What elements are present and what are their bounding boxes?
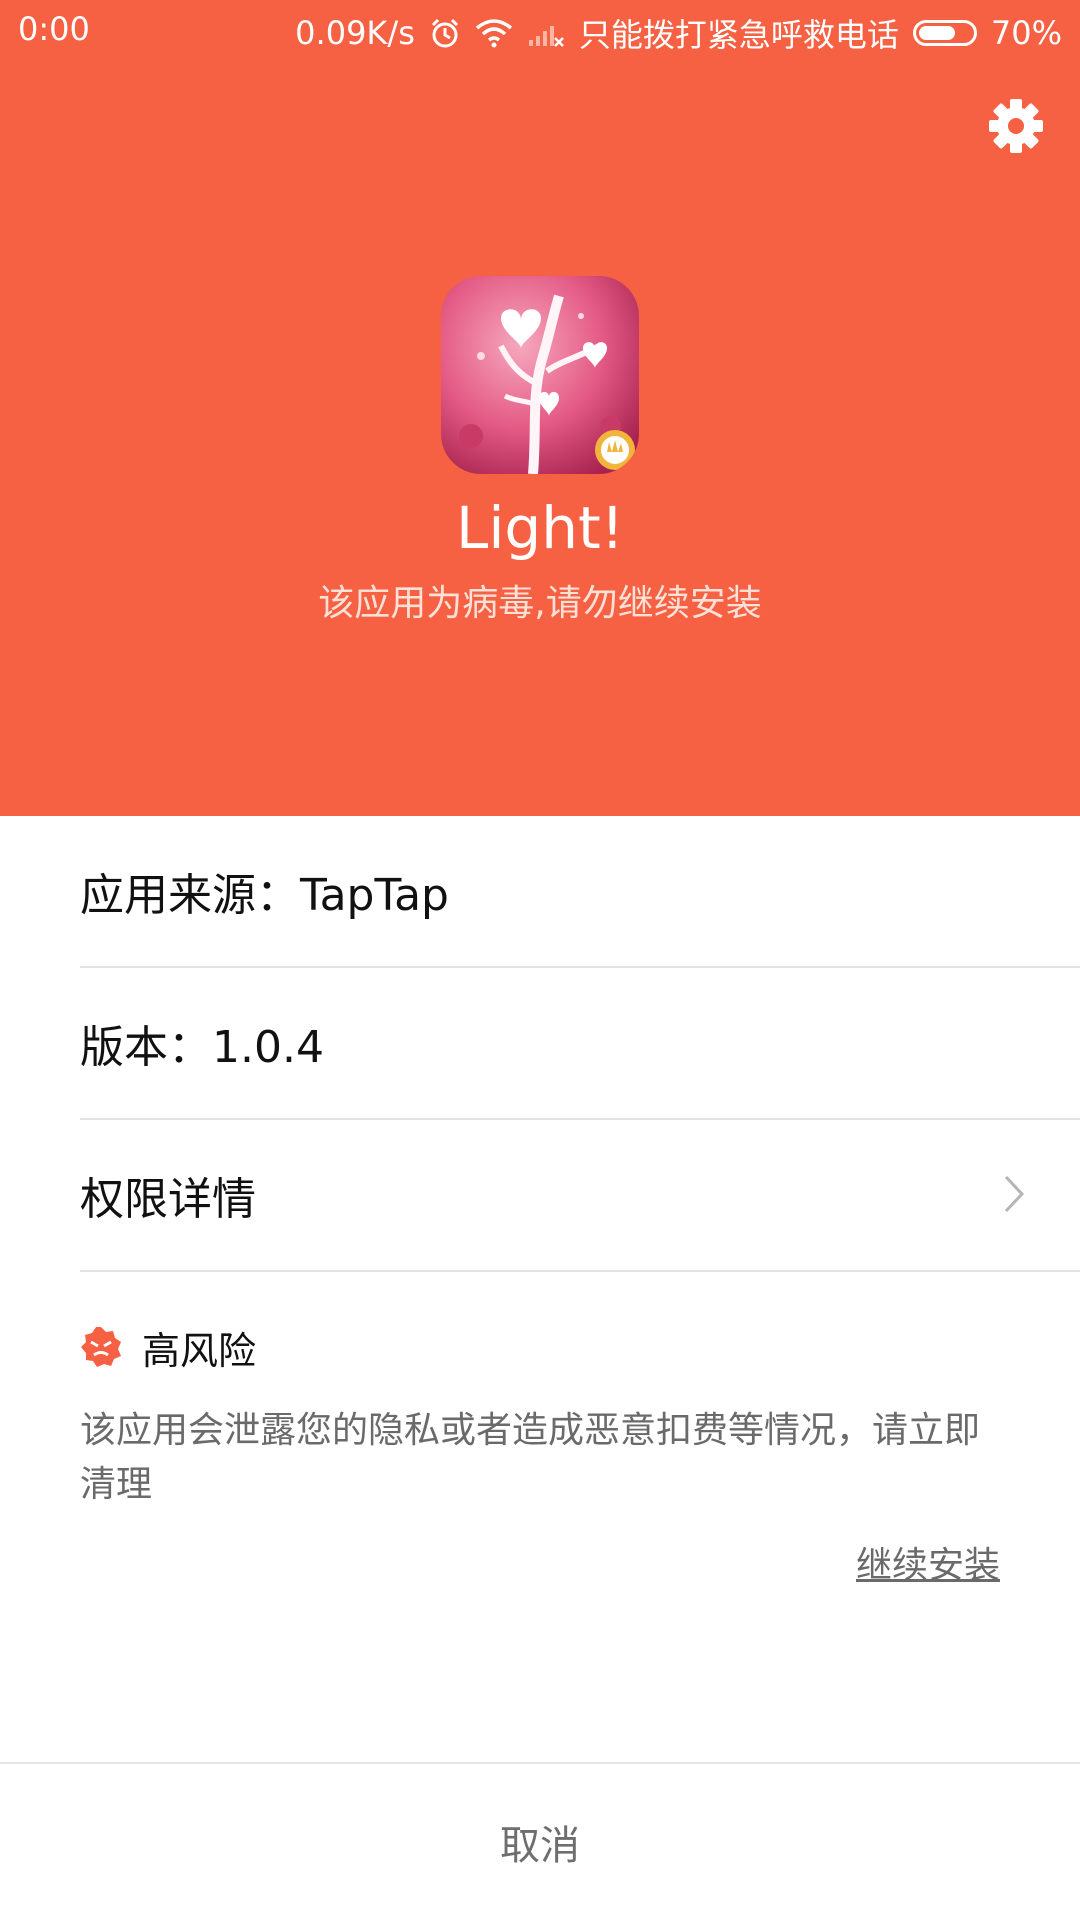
header: 0:00 0.09K/s 只能拨打紧急呼救电话 70% Light! 该应用为病… — [0, 0, 1080, 816]
battery-percent: 70% — [990, 14, 1062, 52]
risk-title: 高风险 — [142, 1328, 257, 1373]
risk-description: 该应用会泄露您的隐私或者造成恶意扣费等情况，请立即清理 — [80, 1410, 981, 1505]
version-text: 版本：1.0.4 — [80, 1022, 324, 1073]
carrier-text: 只能拨打紧急呼救电话 — [578, 16, 899, 54]
app-source-text: 应用来源：TapTap — [80, 870, 449, 921]
net-speed: 0.09K/s — [295, 14, 415, 52]
risk-badge-icon — [81, 1327, 121, 1367]
alarm-icon — [431, 18, 458, 48]
wifi-icon — [475, 19, 512, 48]
signal-none-icon — [528, 26, 564, 47]
app-source-row: 应用来源：TapTap — [80, 816, 1080, 968]
gear-icon[interactable] — [988, 98, 1044, 154]
risk-header: 高风险 — [80, 1324, 256, 1373]
continue-install-link[interactable]: 继续安装 — [856, 1536, 1000, 1588]
cancel-button[interactable]: 取消 — [0, 1762, 1080, 1920]
battery-icon — [912, 20, 977, 46]
chevron-right-icon — [1004, 1175, 1025, 1213]
status-time: 0:00 — [18, 10, 90, 48]
version-row: 版本：1.0.4 — [80, 968, 1080, 1120]
permission-details-row[interactable]: 权限详情 — [80, 1120, 1080, 1272]
status-right: 0.09K/s 只能拨打紧急呼救电话 70% — [295, 10, 1062, 56]
virus-warning: 该应用为病毒,请勿继续安装 — [318, 583, 762, 624]
app-name: Light! — [456, 494, 624, 562]
status-bar: 0:00 0.09K/s 只能拨打紧急呼救电话 70% — [0, 0, 1080, 62]
permission-details-label: 权限详情 — [80, 1174, 256, 1225]
cancel-label: 取消 — [500, 1823, 580, 1869]
battery-level — [918, 26, 956, 40]
app-icon — [441, 276, 639, 474]
